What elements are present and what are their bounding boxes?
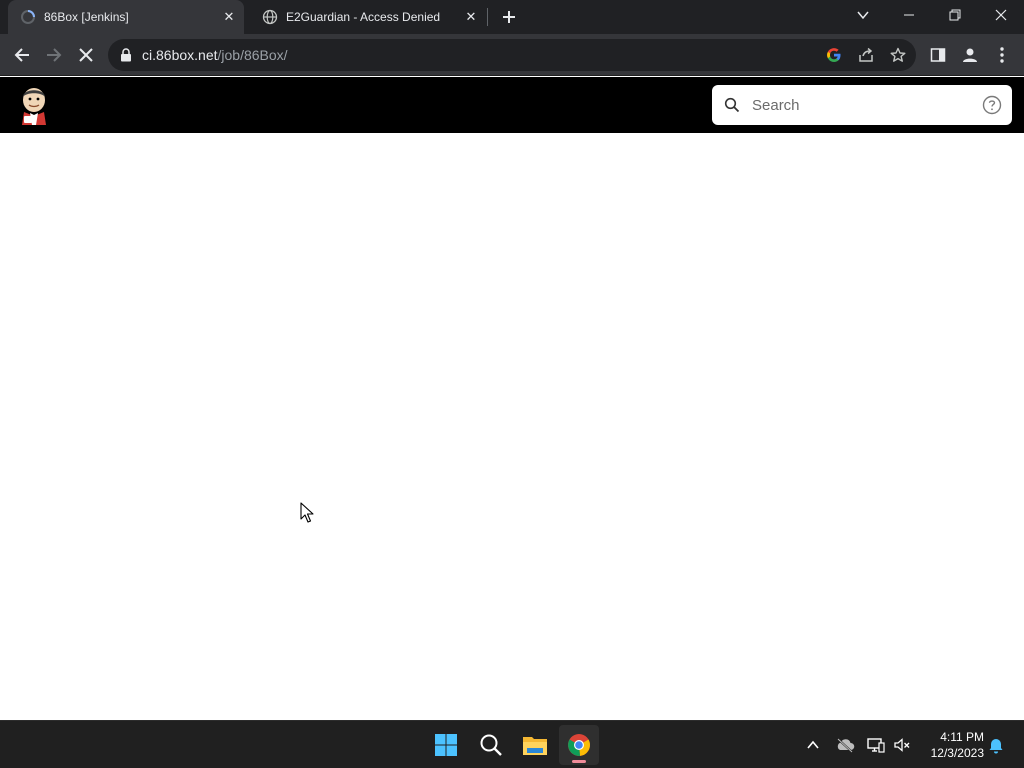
tab-title: E2Guardian - Access Denied bbox=[286, 10, 441, 24]
lock-icon[interactable] bbox=[120, 48, 132, 62]
page-content bbox=[0, 133, 1024, 720]
browser-tab-strip: 86Box [Jenkins] ✕ E2Guardian - Access De… bbox=[0, 0, 1024, 34]
restore-icon[interactable] bbox=[932, 0, 978, 30]
url-text[interactable]: ci.86box.net/job/86Box/ bbox=[142, 47, 288, 63]
jenkins-search-box[interactable] bbox=[712, 85, 1012, 125]
close-window-icon[interactable] bbox=[978, 0, 1024, 30]
file-explorer-icon[interactable] bbox=[515, 725, 555, 765]
windows-start-icon[interactable] bbox=[426, 725, 466, 765]
clock-date: 12/3/2023 bbox=[930, 746, 984, 760]
close-tab-icon[interactable]: ✕ bbox=[462, 8, 480, 26]
forward-arrow-icon[interactable] bbox=[40, 41, 68, 69]
chrome-taskbar-icon[interactable] bbox=[559, 725, 599, 765]
clock-time: 4:11 PM bbox=[940, 730, 984, 744]
tab-86box-jenkins[interactable]: 86Box [Jenkins] ✕ bbox=[8, 0, 244, 34]
tab-search-icon[interactable] bbox=[840, 0, 886, 30]
close-tab-icon[interactable]: ✕ bbox=[220, 8, 238, 26]
url-host: ci.86box.net bbox=[142, 47, 218, 63]
address-bar[interactable]: ci.86box.net/job/86Box/ bbox=[108, 39, 916, 71]
taskbar-clock[interactable]: 4:11 PM 12/3/2023 bbox=[920, 729, 984, 761]
tab-separator bbox=[487, 8, 488, 26]
back-arrow-icon[interactable] bbox=[8, 41, 36, 69]
volume-muted-icon[interactable] bbox=[892, 735, 912, 755]
chevron-up-icon[interactable] bbox=[803, 735, 823, 755]
windows-taskbar: 4:11 PM 12/3/2023 bbox=[0, 720, 1024, 768]
mouse-pointer-icon bbox=[300, 502, 314, 523]
onedrive-offline-icon[interactable] bbox=[835, 735, 855, 755]
search-input[interactable] bbox=[752, 93, 972, 117]
new-tab-icon[interactable] bbox=[498, 6, 520, 28]
google-lens-icon[interactable] bbox=[824, 45, 844, 65]
help-icon[interactable] bbox=[982, 95, 1002, 115]
profile-avatar-icon[interactable] bbox=[956, 41, 984, 69]
notification-bell-icon[interactable] bbox=[986, 735, 1006, 755]
share-icon[interactable] bbox=[856, 45, 876, 65]
taskbar-search-icon[interactable] bbox=[471, 725, 511, 765]
browser-toolbar: ci.86box.net/job/86Box/ bbox=[0, 34, 1024, 76]
tab-title: 86Box [Jenkins] bbox=[44, 10, 129, 24]
bookmark-star-icon[interactable] bbox=[888, 45, 908, 65]
network-icon[interactable] bbox=[866, 735, 886, 755]
jenkins-logo-icon[interactable] bbox=[16, 85, 52, 125]
minimize-icon[interactable] bbox=[886, 0, 932, 30]
jenkins-header bbox=[0, 77, 1024, 133]
kebab-menu-icon[interactable] bbox=[988, 41, 1016, 69]
stop-loading-icon[interactable] bbox=[72, 41, 100, 69]
active-app-indicator bbox=[572, 760, 586, 763]
side-panel-icon[interactable] bbox=[924, 41, 952, 69]
search-icon bbox=[724, 97, 740, 113]
globe-icon bbox=[262, 9, 278, 25]
loading-spinner-icon bbox=[21, 10, 35, 24]
tab-e2guardian[interactable]: E2Guardian - Access Denied ✕ bbox=[250, 0, 486, 34]
url-path: /job/86Box/ bbox=[217, 47, 288, 63]
